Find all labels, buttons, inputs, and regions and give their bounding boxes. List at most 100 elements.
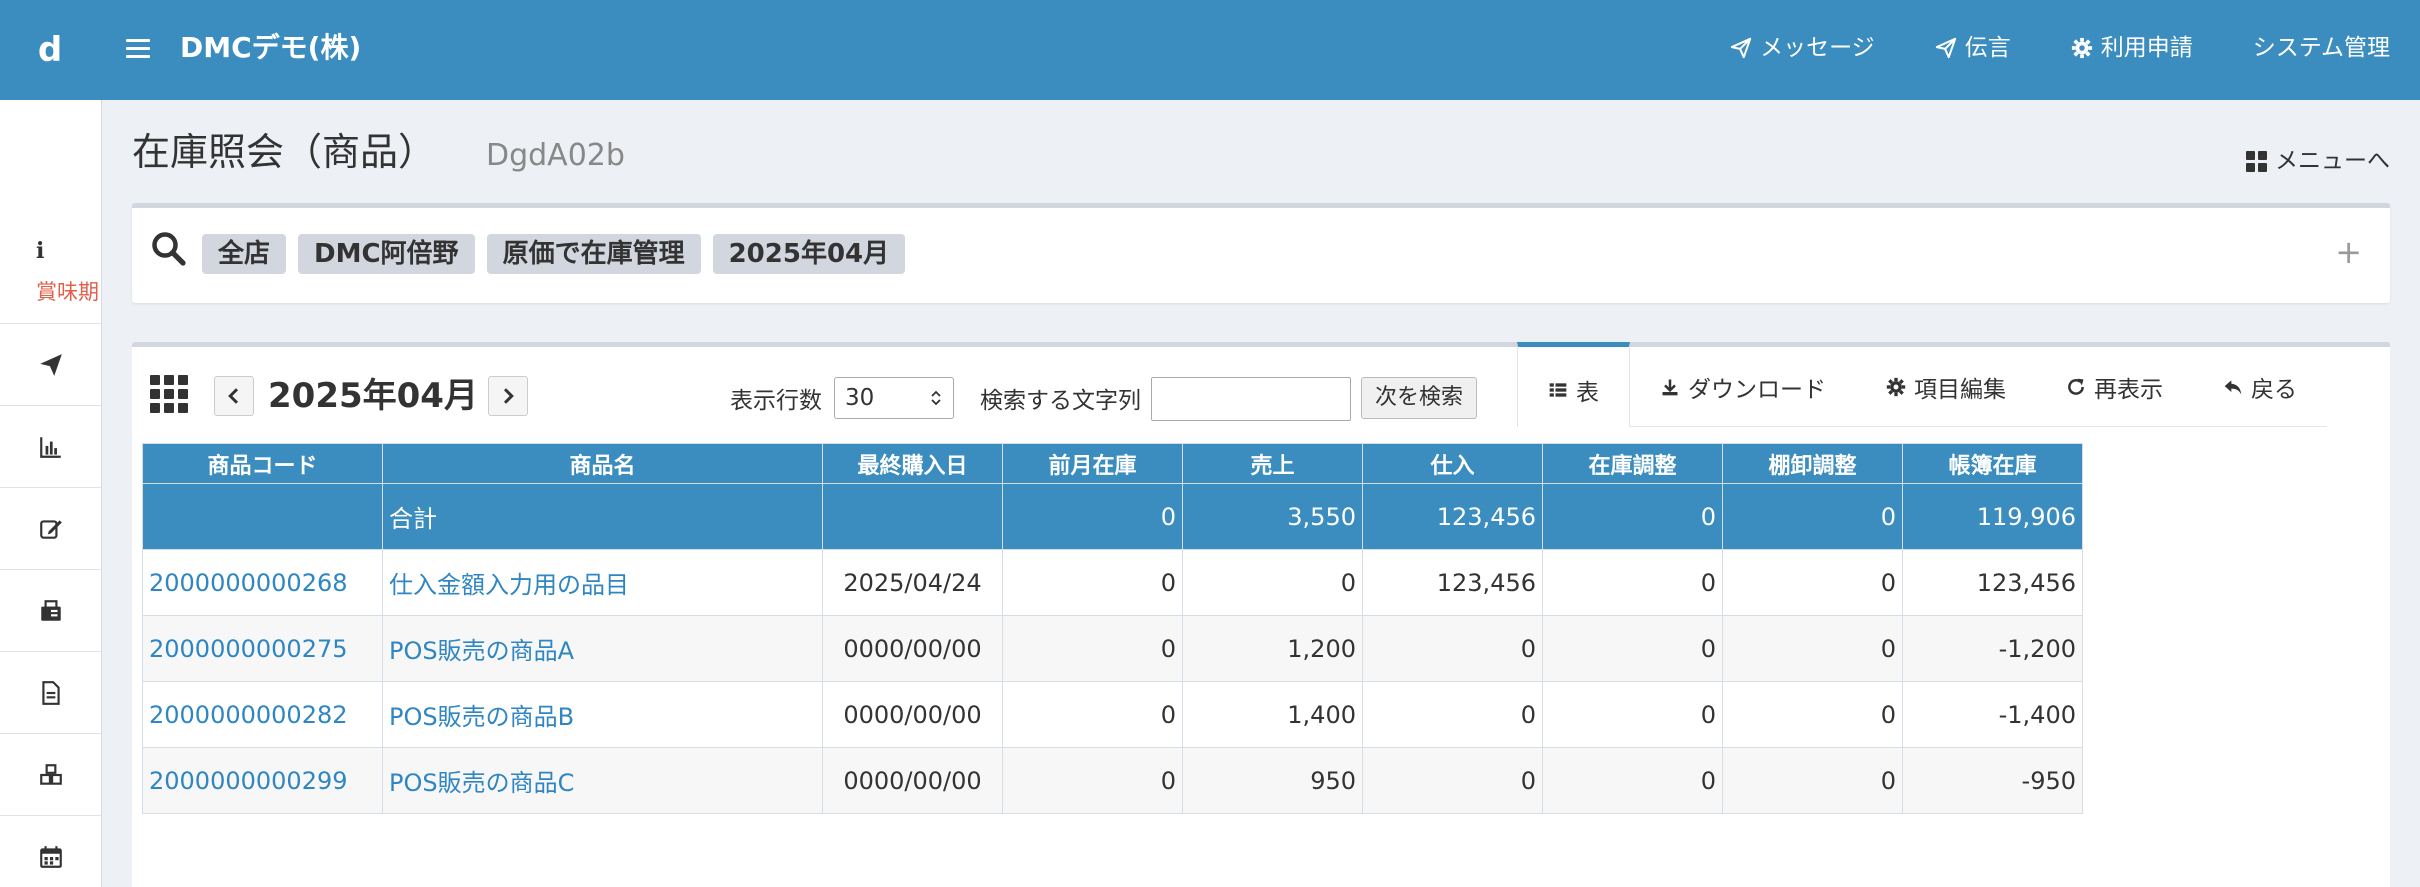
inventory-adjust: 0 xyxy=(1722,615,1903,682)
column-header[interactable]: 在庫調整 xyxy=(1542,443,1723,484)
column-header[interactable]: 商品コード xyxy=(142,443,383,484)
sidebar-expiry-label: 賞味期 xyxy=(36,279,99,304)
product-name-link[interactable]: POS販売の商品A xyxy=(389,637,574,665)
tab-back[interactable]: 戻る xyxy=(2193,347,2327,427)
column-header[interactable]: 帳簿在庫 xyxy=(1902,443,2083,484)
purchase: 0 xyxy=(1362,747,1543,814)
grid-icon xyxy=(2246,150,2267,172)
inventory-adjust: 0 xyxy=(1722,747,1903,814)
search-chip-month: 2025年04月 xyxy=(712,234,906,274)
product-name-cell[interactable]: 仕入金額入力用の品目 xyxy=(382,549,823,616)
search-chip-method: 原価で在庫管理 xyxy=(486,234,701,274)
tab-table[interactable]: 表 xyxy=(1517,342,1630,427)
nav-messages[interactable]: メッセージ xyxy=(1730,28,1875,68)
gear-icon xyxy=(2071,37,2092,59)
column-header[interactable]: 前月在庫 xyxy=(1002,443,1183,484)
edit-icon xyxy=(39,519,62,539)
product-code-cell[interactable]: 2000000000275 xyxy=(142,615,383,682)
product-code-cell[interactable]: 2000000000299 xyxy=(142,747,383,814)
page-code: DgdA02b xyxy=(486,138,625,173)
tab-download[interactable]: ダウンロード xyxy=(1630,347,1856,427)
product-name-cell[interactable]: POS販売の商品C xyxy=(382,747,823,814)
sidebar-item-calendar[interactable] xyxy=(0,816,101,887)
reply-icon xyxy=(2224,379,2242,394)
find-text-input[interactable] xyxy=(1151,377,1351,421)
column-header[interactable]: 最終購入日 xyxy=(822,443,1003,484)
menu-link[interactable]: メニューへ xyxy=(2246,144,2390,178)
current-month: 2025年04月 xyxy=(268,376,478,416)
stock-adjust: 0 xyxy=(1542,681,1723,748)
search-conditions-panel: 全店 DMC阿倍野 原価で在庫管理 2025年04月 + xyxy=(132,203,2390,303)
sidebar-item-cubes[interactable] xyxy=(0,734,101,816)
search-icon[interactable] xyxy=(150,230,186,266)
column-header[interactable]: 商品名 xyxy=(382,443,823,484)
chevron-right-icon xyxy=(503,388,514,404)
product-code-cell[interactable]: 2000000000282 xyxy=(142,681,383,748)
sidebar-item-edit[interactable] xyxy=(0,488,101,570)
top-navbar: d DMCデモ(株) メッセージ 伝言 利用申請 システム管理 xyxy=(0,0,2420,100)
nav-label: 伝言 xyxy=(1964,35,2011,61)
product-name-link[interactable]: 仕入金額入力用の品目 xyxy=(389,571,629,599)
rows-per-page-label: 表示行数 xyxy=(730,388,822,414)
total-purchase: 123,456 xyxy=(1362,483,1543,550)
find-next-button[interactable]: 次を検索 xyxy=(1361,377,1477,419)
prev-stock: 0 xyxy=(1002,615,1183,682)
nav-system-admin[interactable]: システム管理 xyxy=(2253,28,2390,68)
total-inventory-adjust: 0 xyxy=(1722,483,1903,550)
rows-per-page-select[interactable]: 30 xyxy=(834,377,954,419)
apps-grid-icon[interactable] xyxy=(150,375,188,413)
last-purchase-date: 0000/00/00 xyxy=(822,747,1003,814)
nav-dengon[interactable]: 伝言 xyxy=(1935,28,2011,68)
column-header[interactable]: 棚卸調整 xyxy=(1722,443,1903,484)
prev-stock: 0 xyxy=(1002,681,1183,748)
purchase: 0 xyxy=(1362,615,1543,682)
sales: 950 xyxy=(1182,747,1363,814)
app-logo[interactable]: d xyxy=(0,0,100,100)
sidebar-item-fax[interactable] xyxy=(0,570,101,652)
last-purchase-date: 2025/04/24 xyxy=(822,549,1003,616)
inventory-table: 商品コード 商品名 最終購入日 前月在庫 売上 仕入 在庫調整 棚卸調整 帳簿在… xyxy=(142,443,2083,814)
product-name-cell[interactable]: POS販売の商品A xyxy=(382,615,823,682)
product-name-link[interactable]: POS販売の商品B xyxy=(389,703,574,731)
product-code-link[interactable]: 2000000000275 xyxy=(149,635,348,663)
product-code-link[interactable]: 2000000000268 xyxy=(149,569,348,597)
tab-edit-columns[interactable]: 項目編集 xyxy=(1856,347,2036,427)
product-code-cell[interactable]: 2000000000268 xyxy=(142,549,383,616)
total-adjust: 0 xyxy=(1542,483,1723,550)
nav-usage-request[interactable]: 利用申請 xyxy=(2071,28,2193,68)
prev-month-button[interactable] xyxy=(214,376,254,416)
product-name-link[interactable]: POS販売の商品C xyxy=(389,769,574,797)
product-code-link[interactable]: 2000000000282 xyxy=(149,701,348,729)
column-header[interactable]: 仕入 xyxy=(1362,443,1543,484)
top-nav-links: メッセージ 伝言 利用申請 システム管理 xyxy=(1730,28,2390,68)
rows-per-page-value: 30 xyxy=(845,385,875,411)
tab-refresh[interactable]: 再表示 xyxy=(2036,347,2193,427)
search-chip-branch: DMC阿倍野 xyxy=(298,234,475,274)
sidebar-item-document[interactable] xyxy=(0,652,101,734)
column-header[interactable]: 売上 xyxy=(1182,443,1363,484)
sidebar-item-info[interactable]: i 賞味期 xyxy=(0,220,101,324)
table-header-row: 商品コード 商品名 最終購入日 前月在庫 売上 仕入 在庫調整 棚卸調整 帳簿在… xyxy=(142,443,2083,484)
tab-label: 項目編集 xyxy=(1914,376,2006,403)
expand-plus-icon[interactable]: + xyxy=(2335,232,2362,272)
purchase: 0 xyxy=(1362,681,1543,748)
book-stock: -1,200 xyxy=(1902,615,2083,682)
table-row: 2000000000299 POS販売の商品C 0000/00/00 0 950… xyxy=(142,747,2083,814)
total-date xyxy=(822,483,1003,550)
next-month-button[interactable] xyxy=(488,376,528,416)
paper-plane-icon xyxy=(1935,37,1956,59)
product-name-cell[interactable]: POS販売の商品B xyxy=(382,681,823,748)
sidebar-item-chart[interactable] xyxy=(0,406,101,488)
table-row: 2000000000268 仕入金額入力用の品目 2025/04/24 0 0 … xyxy=(142,549,2083,616)
paper-plane-icon xyxy=(1730,37,1752,59)
total-label: 合計 xyxy=(382,483,823,550)
hamburger-menu-icon[interactable] xyxy=(126,28,150,68)
sidebar-item-send[interactable] xyxy=(0,324,101,406)
stock-adjust: 0 xyxy=(1542,549,1723,616)
sales: 1,400 xyxy=(1182,681,1363,748)
product-code-link[interactable]: 2000000000299 xyxy=(149,767,348,795)
info-icon: i xyxy=(36,237,45,264)
tab-label: 戻る xyxy=(2251,376,2297,403)
bar-chart-icon xyxy=(39,436,61,458)
paper-plane-icon xyxy=(39,353,62,376)
